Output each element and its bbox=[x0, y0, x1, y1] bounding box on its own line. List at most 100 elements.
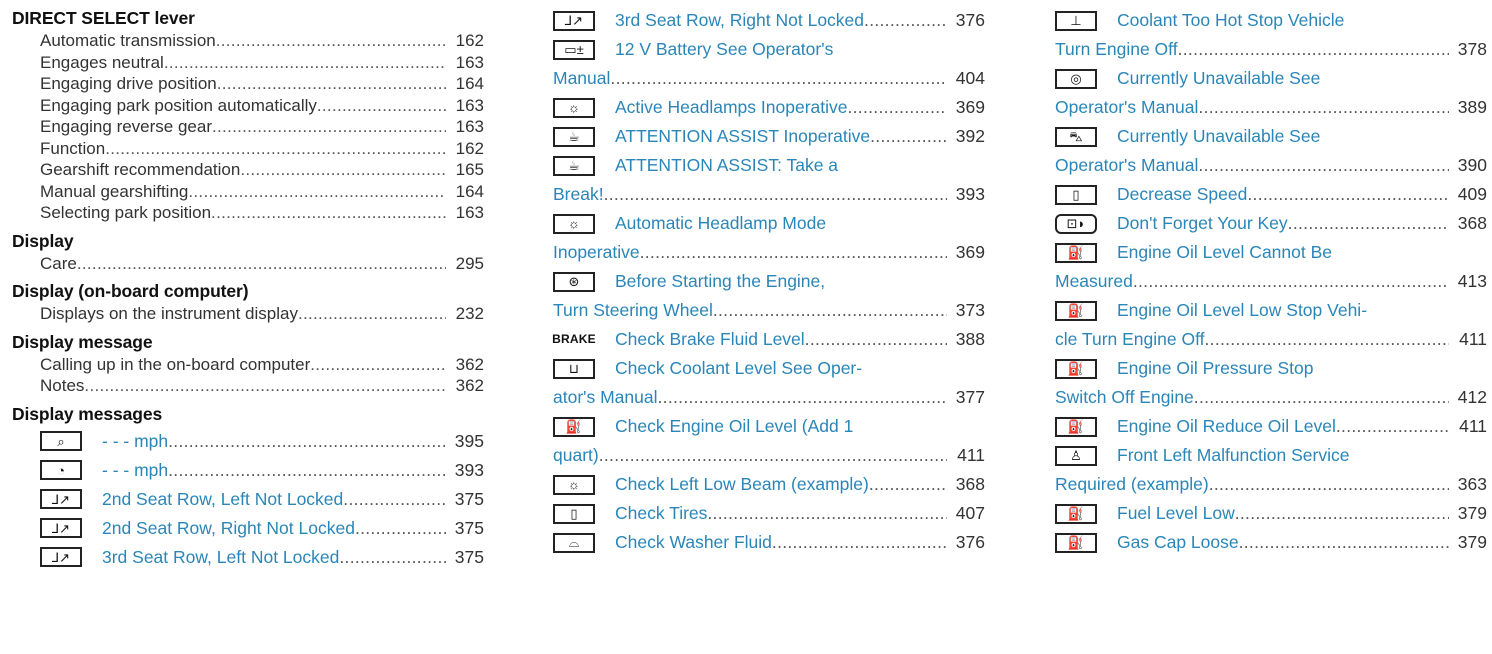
message-entry[interactable]: ⅃↗ 2nd Seat Row, Right Not Locked 375 bbox=[12, 514, 484, 543]
page-number[interactable]: 389 bbox=[1449, 93, 1487, 122]
message-link[interactable]: Check Left Low Beam (example) bbox=[615, 470, 869, 499]
message-entry[interactable]: ⊥ Coolant Too Hot Stop Vehicle Turn Engine… bbox=[1055, 6, 1487, 64]
message-entry[interactable]: ⛽ Engine Oil Level Cannot BeMeasured 413 bbox=[1055, 238, 1487, 296]
message-link[interactable]: Coolant Too Hot Stop Vehicle bbox=[1117, 6, 1344, 35]
page-number[interactable]: 412 bbox=[1449, 383, 1487, 412]
message-entry[interactable]: ⛽ Engine Oil Level Low Stop Vehi-cle Turn… bbox=[1055, 296, 1487, 354]
index-subentry[interactable]: Gearshift recommendation 165 bbox=[12, 159, 484, 181]
message-link[interactable]: Engine Oil Reduce Oil Level bbox=[1117, 412, 1336, 441]
page-number[interactable]: 164 bbox=[446, 73, 484, 95]
page-number[interactable]: 379 bbox=[1449, 528, 1487, 557]
message-entry[interactable]: ⊔ Check Coolant Level See Oper-ator's Man… bbox=[553, 354, 985, 412]
message-link[interactable]: Break! bbox=[553, 180, 604, 209]
message-link[interactable]: Currently Unavailable See bbox=[1117, 122, 1320, 151]
message-entry[interactable]: ◔ - - - mph 393 bbox=[12, 456, 484, 485]
page-number[interactable]: 375 bbox=[446, 514, 484, 543]
message-entry[interactable]: ⅃↗ 3rd Seat Row, Left Not Locked 375 bbox=[12, 543, 484, 572]
message-entry[interactable]: ⛍ Currently Unavailable See Operator's Man… bbox=[1055, 122, 1487, 180]
message-entry[interactable]: ⅃↗ 2nd Seat Row, Left Not Locked 375 bbox=[12, 485, 484, 514]
page-number[interactable]: 407 bbox=[947, 499, 985, 528]
message-link[interactable]: Engine Oil Pressure Stop bbox=[1117, 354, 1314, 383]
message-link[interactable]: Turn Engine Off bbox=[1055, 35, 1178, 64]
page-number[interactable]: 163 bbox=[446, 52, 484, 74]
page-number[interactable]: 373 bbox=[947, 296, 985, 325]
page-number[interactable]: 375 bbox=[446, 543, 484, 572]
message-link[interactable]: ATTENTION ASSIST: Take a bbox=[615, 151, 838, 180]
page-number[interactable]: 377 bbox=[947, 383, 985, 412]
page-number[interactable]: 362 bbox=[446, 354, 484, 376]
page-number[interactable]: 163 bbox=[446, 95, 484, 117]
message-entry[interactable]: ⛽ Check Engine Oil Level (Add 1 quart) 411 bbox=[553, 412, 985, 470]
message-link[interactable]: - - - mph bbox=[102, 456, 168, 485]
message-link[interactable]: Front Left Malfunction Service bbox=[1117, 441, 1349, 470]
message-link[interactable]: - - - mph bbox=[102, 427, 168, 456]
message-link[interactable]: Engine Oil Level Low Stop Vehi- bbox=[1117, 296, 1367, 325]
message-entry[interactable]: ☼ Automatic Headlamp ModeInoperative 369 bbox=[553, 209, 985, 267]
message-link[interactable]: 3rd Seat Row, Right Not Locked bbox=[615, 6, 864, 35]
index-subentry[interactable]: Engaging drive position 164 bbox=[12, 73, 484, 95]
page-number[interactable]: 363 bbox=[1449, 470, 1487, 499]
page-number[interactable]: 411 bbox=[1449, 325, 1487, 354]
index-subentry[interactable]: Manual gearshifting 164 bbox=[12, 181, 484, 203]
message-entry[interactable]: ☼ Check Left Low Beam (example) 368 bbox=[553, 470, 985, 499]
message-link[interactable]: Manual bbox=[553, 64, 610, 93]
message-entry[interactable]: ⌓ Check Washer Fluid 376 bbox=[553, 528, 985, 557]
page-number[interactable]: 368 bbox=[1449, 209, 1487, 238]
message-link[interactable]: quart) bbox=[553, 441, 599, 470]
index-subentry[interactable]: Calling up in the on-board computer 362 bbox=[12, 354, 484, 376]
page-number[interactable]: 295 bbox=[446, 253, 484, 275]
message-entry[interactable]: ☕ ATTENTION ASSIST Inoperative 392 bbox=[553, 122, 985, 151]
page-number[interactable]: 376 bbox=[947, 528, 985, 557]
message-link[interactable]: Measured bbox=[1055, 267, 1133, 296]
page-number[interactable]: 379 bbox=[1449, 499, 1487, 528]
page-number[interactable]: 388 bbox=[947, 325, 985, 354]
message-link[interactable]: ATTENTION ASSIST Inoperative bbox=[615, 122, 870, 151]
message-link[interactable]: 12 V Battery See Operator's bbox=[615, 35, 833, 64]
index-subentry[interactable]: Displays on the instrument display 232 bbox=[12, 303, 484, 325]
page-number[interactable]: 362 bbox=[446, 375, 484, 397]
message-entry[interactable]: ⛽ Fuel Level Low 379 bbox=[1055, 499, 1487, 528]
index-subentry[interactable]: Engaging park position automatically 163 bbox=[12, 95, 484, 117]
page-number[interactable]: 376 bbox=[947, 6, 985, 35]
message-entry[interactable]: ⊡◗ Don't Forget Your Key 368 bbox=[1055, 209, 1487, 238]
page-number[interactable]: 369 bbox=[947, 93, 985, 122]
page-number[interactable]: 413 bbox=[1449, 267, 1487, 296]
message-link[interactable]: Check Washer Fluid bbox=[615, 528, 772, 557]
message-link[interactable]: 3rd Seat Row, Left Not Locked bbox=[102, 543, 339, 572]
message-entry[interactable]: ▯ Decrease Speed 409 bbox=[1055, 180, 1487, 209]
page-number[interactable]: 163 bbox=[446, 116, 484, 138]
page-number[interactable]: 395 bbox=[446, 427, 484, 456]
message-link[interactable]: cle Turn Engine Off bbox=[1055, 325, 1205, 354]
page-number[interactable]: 411 bbox=[947, 441, 985, 470]
message-entry[interactable]: BRAKE Check Brake Fluid Level 388 bbox=[552, 325, 985, 354]
message-entry[interactable]: ◎ Currently Unavailable See Operator's Man… bbox=[1055, 64, 1487, 122]
message-entry[interactable]: ⛽ Engine Oil Reduce Oil Level 411 bbox=[1055, 412, 1487, 441]
message-link[interactable]: Required (example) bbox=[1055, 470, 1209, 499]
page-number[interactable]: 393 bbox=[446, 456, 484, 485]
message-link[interactable]: Operator's Manual bbox=[1055, 93, 1198, 122]
message-link[interactable]: Active Headlamps Inoperative bbox=[615, 93, 847, 122]
message-link[interactable]: Inoperative bbox=[553, 238, 640, 267]
page-number[interactable]: 165 bbox=[446, 159, 484, 181]
page-number[interactable]: 409 bbox=[1449, 180, 1487, 209]
message-link[interactable]: Switch Off Engine bbox=[1055, 383, 1194, 412]
message-entry[interactable]: ☕ ATTENTION ASSIST: Take a Break! 393 bbox=[553, 151, 985, 209]
page-number[interactable]: 390 bbox=[1449, 151, 1487, 180]
index-subentry[interactable]: Function 162 bbox=[12, 138, 484, 160]
page-number[interactable]: 164 bbox=[446, 181, 484, 203]
page-number[interactable]: 368 bbox=[947, 470, 985, 499]
message-entry[interactable]: ⊛ Before Starting the Engine, Turn Steerin… bbox=[553, 267, 985, 325]
page-number[interactable]: 393 bbox=[947, 180, 985, 209]
page-number[interactable]: 411 bbox=[1449, 412, 1487, 441]
message-entry[interactable]: ⛽ Engine Oil Pressure Stop Switch Off Engi… bbox=[1055, 354, 1487, 412]
page-number[interactable]: 162 bbox=[446, 138, 484, 160]
page-number[interactable]: 392 bbox=[947, 122, 985, 151]
message-entry[interactable]: ⛽ Gas Cap Loose 379 bbox=[1055, 528, 1487, 557]
page-number[interactable]: 232 bbox=[446, 303, 484, 325]
message-entry[interactable]: ☼ Active Headlamps Inoperative 369 bbox=[553, 93, 985, 122]
message-entry[interactable]: ▭± 12 V Battery See Operator'sManual 404 bbox=[553, 35, 985, 93]
message-link[interactable]: Engine Oil Level Cannot Be bbox=[1117, 238, 1332, 267]
message-link[interactable]: Automatic Headlamp Mode bbox=[615, 209, 826, 238]
message-link[interactable]: Don't Forget Your Key bbox=[1117, 209, 1288, 238]
index-subentry[interactable]: Engages neutral 163 bbox=[12, 52, 484, 74]
